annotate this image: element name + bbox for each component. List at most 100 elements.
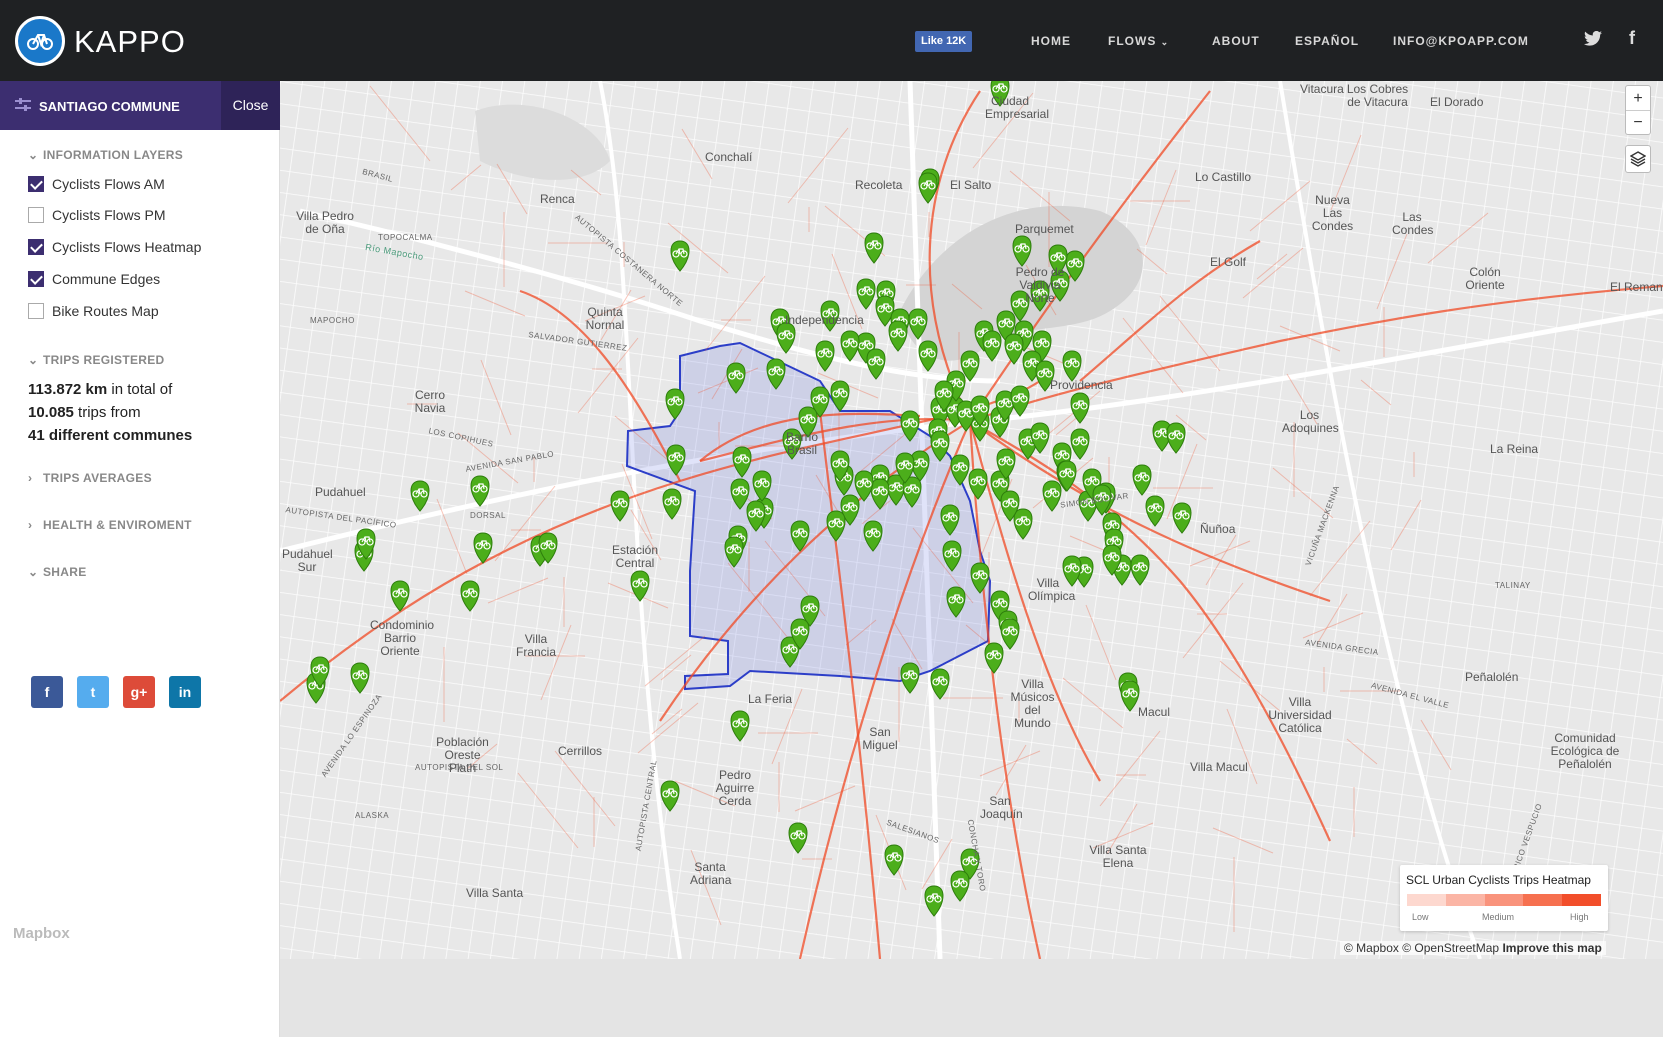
stat-trips-value: 10.085	[28, 404, 74, 421]
place-label: Quinta Normal	[585, 305, 625, 332]
layer-label: Cyclists Flows AM	[52, 176, 165, 192]
place-label: Conchalí	[705, 150, 753, 164]
stat-total-km: 113.872 km in total of	[28, 381, 172, 398]
place-label: El Golf	[1210, 255, 1247, 269]
chevron-down-icon: ⌄	[28, 148, 39, 162]
place-label: Ciudad Empresarial	[985, 94, 1050, 121]
linkedin-icon[interactable]: in	[169, 676, 201, 708]
place-label: Cerro Navia	[414, 388, 446, 415]
nav-home[interactable]: HOME	[1031, 34, 1071, 48]
section-title: SHARE	[43, 565, 87, 579]
place-label: Los Cobres de Vitacura	[1346, 82, 1409, 109]
street-label: TALINAY	[1495, 581, 1531, 590]
layer-label: Cyclists Flows PM	[52, 207, 166, 223]
legend-swatch	[1445, 894, 1485, 906]
google-plus-icon[interactable]: g+	[123, 676, 155, 708]
place-label: Colón Oriente	[1465, 265, 1505, 292]
checkbox-checked[interactable]	[28, 239, 44, 255]
stat-km-suffix: in total of	[107, 381, 173, 398]
heatmap-legend: SCL Urban Cyclists Trips Heatmap Low Med…	[1400, 865, 1608, 931]
place-label: Nueva Las Condes	[1311, 193, 1354, 233]
bike-logo-icon[interactable]	[15, 16, 65, 66]
place-label: Villa Francia	[516, 632, 557, 659]
close-button[interactable]: Close	[221, 81, 280, 130]
place-label: Parquemet	[1015, 222, 1074, 236]
checkbox-checked[interactable]	[28, 271, 44, 287]
place-label: Pedro Aguirre Cerda	[715, 768, 755, 808]
legend-low: Low	[1412, 912, 1429, 922]
section-share[interactable]: ⌄ SHARE	[28, 565, 87, 579]
facebook-like-button[interactable]: Like 12K	[915, 31, 973, 52]
nav-flows[interactable]: FLOWS ⌄	[1108, 34, 1169, 48]
legend-swatch	[1562, 894, 1601, 906]
zoom-in-button[interactable]: +	[1626, 86, 1650, 111]
place-label: Pudahuel Sur	[282, 547, 333, 574]
place-label: Villa Pedro de Oña	[296, 209, 354, 236]
section-trips-registered[interactable]: ⌄ TRIPS REGISTERED	[28, 353, 164, 367]
facebook-icon[interactable]: f	[31, 676, 63, 708]
place-label: Pudahuel	[315, 485, 366, 499]
section-title: HEALTH & ENVIROMENT	[43, 518, 192, 532]
stat-trips-suffix: trips from	[73, 404, 141, 421]
page-footer-area	[280, 959, 1663, 1037]
layers-icon[interactable]	[1625, 145, 1651, 173]
attribution-osm[interactable]: © OpenStreetMap	[1402, 941, 1499, 955]
attribution-mapbox[interactable]: © Mapbox	[1344, 941, 1399, 955]
place-label: Barrio Brasil	[785, 430, 818, 457]
section-health-environment[interactable]: › HEALTH & ENVIROMENT	[28, 518, 192, 532]
place-label: Villa Santa Elena	[1089, 843, 1147, 870]
section-trips-averages[interactable]: › TRIPS AVERAGES	[28, 471, 152, 485]
improve-map-link[interactable]: Improve this map	[1502, 941, 1601, 955]
place-label: Santa Adriana	[690, 860, 732, 887]
sidebar-title: SANTIAGO COMMUNE	[39, 99, 180, 114]
stat-communes: 41 different communes	[28, 427, 192, 444]
place-label: Independencia	[785, 313, 864, 327]
checkbox-unchecked[interactable]	[28, 207, 44, 223]
twitter-icon[interactable]: t	[77, 676, 109, 708]
map-attribution: © Mapbox © OpenStreetMap Improve this ma…	[1340, 941, 1606, 955]
facebook-icon[interactable]: f	[1629, 28, 1635, 49]
zoom-controls: + −	[1625, 85, 1651, 135]
nav-contact-email[interactable]: INFO@KPOAPP.COM	[1393, 34, 1529, 48]
place-label: Villa Olímpica	[1028, 576, 1076, 603]
sidebar-header: SANTIAGO COMMUNE Close	[0, 81, 280, 130]
place-label: Villa Santa	[466, 886, 524, 900]
checkbox-checked[interactable]	[28, 176, 44, 192]
place-label: Peñalolén	[1465, 670, 1519, 684]
section-information-layers[interactable]: ⌄ INFORMATION LAYERS	[28, 148, 183, 162]
chevron-down-icon: ⌄	[28, 353, 39, 367]
nav-about[interactable]: ABOUT	[1212, 34, 1260, 48]
street-label: AUTOPISTA DEL SOL	[415, 763, 504, 772]
brand-name[interactable]: KAPPO	[74, 24, 186, 60]
map-canvas[interactable]: Conchalí Recoleta El Salto Renca Villa P…	[280, 81, 1663, 959]
street-label: DORSAL	[470, 511, 506, 520]
checkbox-unchecked[interactable]	[28, 303, 44, 319]
place-label: Renca	[540, 192, 575, 206]
legend-swatch	[1523, 894, 1563, 906]
place-label: Las Condes	[1392, 210, 1434, 237]
place-label: Cerrillos	[558, 744, 603, 758]
legend-swatch	[1407, 894, 1446, 906]
place-label: Lo Castillo	[1195, 170, 1252, 184]
layer-label: Bike Routes Map	[52, 303, 159, 319]
place-label: Recoleta	[855, 178, 903, 192]
place-label: Villa Universidad Católica	[1268, 695, 1332, 735]
section-title: INFORMATION LAYERS	[43, 148, 184, 162]
place-label: Ñuñoa	[1200, 522, 1236, 536]
place-label: La Reina	[1490, 442, 1539, 456]
place-label: San Miguel	[862, 725, 898, 752]
place-label: El Salto	[950, 178, 992, 192]
zoom-out-button[interactable]: −	[1626, 111, 1650, 135]
place-label: Villa Macul	[1190, 760, 1248, 774]
sliders-icon	[15, 98, 31, 111]
street-label: MAPOCHO	[310, 316, 355, 325]
stat-km-value: 113.872 km	[28, 381, 108, 398]
chevron-right-icon: ›	[28, 518, 33, 532]
nav-espanol[interactable]: ESPAÑOL	[1295, 34, 1359, 48]
top-navigation-bar: KAPPO Like 12K HOME FLOWS ⌄ ABOUT ESPAÑO…	[0, 0, 1663, 81]
legend-high: High	[1570, 912, 1589, 922]
twitter-icon[interactable]	[1584, 30, 1602, 51]
place-label: La Feria	[748, 692, 793, 706]
legend-color-scale	[1407, 894, 1601, 906]
street-label: ALASKA	[355, 811, 390, 820]
